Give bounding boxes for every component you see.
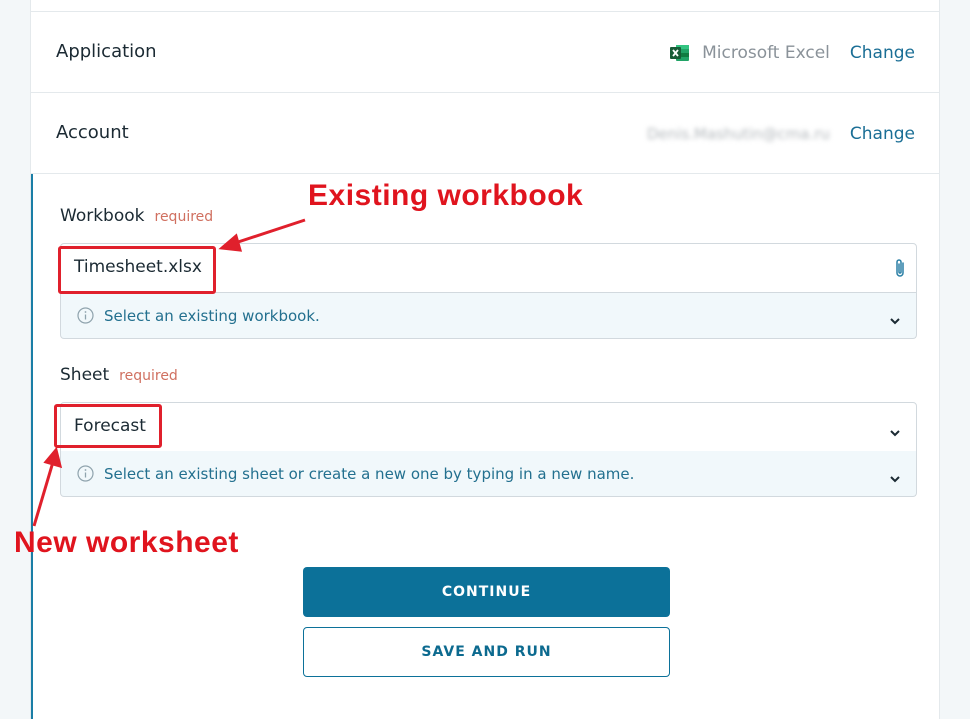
account-label: Account — [56, 122, 129, 143]
sheet-input[interactable]: Forecast — [60, 402, 917, 452]
chevron-down-icon[interactable] — [888, 469, 902, 483]
application-change-link[interactable]: Change — [850, 43, 915, 63]
sheet-hint-text: Select an existing sheet or create a new… — [104, 465, 635, 483]
workbook-hint[interactable]: Select an existing workbook. — [60, 293, 917, 339]
sheet-required-tag: required — [119, 368, 178, 384]
application-value: Microsoft Excel — [670, 43, 830, 63]
info-icon — [77, 465, 94, 482]
workbook-label: Workbook required — [60, 206, 213, 226]
workbook-hint-text: Select an existing workbook. — [104, 307, 320, 325]
sheet-label-text: Sheet — [60, 365, 110, 385]
account-email: Denis.Mashutin@cma.ru — [646, 125, 830, 143]
workbook-required-tag: required — [154, 209, 214, 225]
new-worksheet-annotation: New worksheet — [14, 526, 239, 559]
sheet-highlight-box — [54, 404, 162, 448]
application-row: Application Microsoft Excel Change — [31, 12, 940, 93]
application-name: Microsoft Excel — [702, 43, 830, 63]
excel-icon — [670, 44, 690, 62]
existing-workbook-annotation: Existing workbook — [308, 179, 584, 212]
paperclip-icon[interactable] — [894, 258, 908, 280]
info-icon — [77, 307, 94, 324]
continue-button[interactable]: CONTINUE — [303, 567, 670, 617]
application-label: Application — [56, 41, 157, 62]
workbook-highlight-box — [58, 246, 216, 294]
previous-row — [31, 0, 940, 12]
sheet-hint[interactable]: Select an existing sheet or create a new… — [60, 451, 917, 497]
chevron-down-icon[interactable] — [888, 423, 902, 437]
account-row: Account Denis.Mashutin@cma.ru Change — [31, 93, 940, 174]
sheet-label: Sheet required — [60, 365, 178, 385]
workbook-label-text: Workbook — [60, 206, 145, 226]
chevron-down-icon[interactable] — [888, 311, 902, 325]
save-and-run-button[interactable]: SAVE AND RUN — [303, 627, 670, 677]
account-change-link[interactable]: Change — [850, 124, 915, 144]
